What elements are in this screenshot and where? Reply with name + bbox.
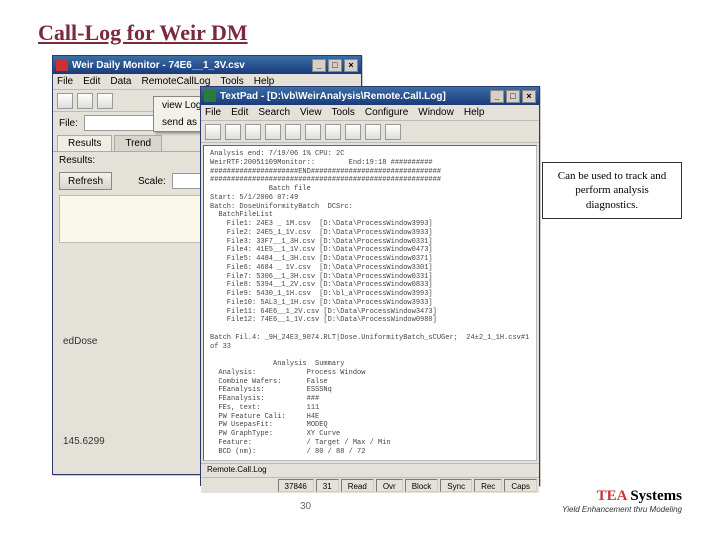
textpad-title-text: TextPad - [D:\vb\WeirAnalysis\Remote.Cal… bbox=[220, 91, 446, 102]
menu-tools[interactable]: Tools bbox=[332, 107, 355, 118]
callout-box: Can be used to track and perform analysi… bbox=[542, 162, 682, 219]
app-icon bbox=[56, 59, 68, 71]
tab-results[interactable]: Results bbox=[57, 135, 112, 151]
toolbar-icon[interactable] bbox=[365, 124, 381, 140]
weir-lower-text: edDose bbox=[63, 336, 97, 347]
page-number: 30 bbox=[300, 501, 311, 512]
textpad-statusbar: 37846 31 Read Ovr Block Sync Rec Caps bbox=[201, 477, 539, 493]
menu-edit[interactable]: Edit bbox=[83, 76, 100, 87]
toolbar-icon[interactable] bbox=[305, 124, 321, 140]
status-cell: 37846 bbox=[278, 479, 314, 492]
toolbar-icon[interactable] bbox=[97, 93, 113, 109]
menu-configure[interactable]: Configure bbox=[365, 107, 408, 118]
weir-titlebar[interactable]: Weir Daily Monitor - 74E6__1_3V.csv _ □ … bbox=[53, 56, 361, 74]
status-read: Read bbox=[341, 479, 374, 492]
menu-search[interactable]: Search bbox=[258, 107, 290, 118]
close-button[interactable]: × bbox=[344, 59, 358, 72]
maximize-button[interactable]: □ bbox=[328, 59, 342, 72]
toolbar-icon[interactable] bbox=[245, 124, 261, 140]
status-sync: Sync bbox=[440, 479, 472, 492]
menu-file[interactable]: File bbox=[57, 76, 73, 87]
textpad-menubar: File Edit Search View Tools Configure Wi… bbox=[201, 105, 539, 121]
footer-brand: TEA Systems Yield Enhancement thru Model… bbox=[562, 488, 682, 514]
weir-title-text: Weir Daily Monitor - 74E6__1_3V.csv bbox=[72, 60, 245, 71]
textpad-doc-tab[interactable]: Remote.Call.Log bbox=[201, 463, 539, 477]
status-block: Block bbox=[405, 479, 439, 492]
refresh-button[interactable]: Refresh bbox=[59, 172, 112, 190]
status-rec: Rec bbox=[474, 479, 502, 492]
brand-tea: TEA bbox=[597, 488, 627, 504]
textpad-window: TextPad - [D:\vb\WeirAnalysis\Remote.Cal… bbox=[200, 86, 540, 486]
app-icon bbox=[204, 90, 216, 102]
scale-label: Scale: bbox=[138, 176, 166, 187]
toolbar-icon[interactable] bbox=[385, 124, 401, 140]
menu-data[interactable]: Data bbox=[110, 76, 131, 87]
toolbar-icon[interactable] bbox=[345, 124, 361, 140]
maximize-button[interactable]: □ bbox=[506, 90, 520, 103]
status-caps: Caps bbox=[504, 479, 537, 492]
menu-help[interactable]: Help bbox=[464, 107, 485, 118]
textpad-toolbar bbox=[201, 121, 539, 143]
menu-view[interactable]: View bbox=[300, 107, 322, 118]
minimize-button[interactable]: _ bbox=[490, 90, 504, 103]
toolbar-icon[interactable] bbox=[77, 93, 93, 109]
slide-title: Call-Log for Weir DM bbox=[38, 20, 248, 46]
toolbar-icon[interactable] bbox=[225, 124, 241, 140]
textpad-content[interactable]: Analysis end: 7/19/06 1% CPU: 2C WeirRTF… bbox=[203, 145, 537, 461]
status-cell: 31 bbox=[316, 479, 339, 492]
toolbar-icon[interactable] bbox=[325, 124, 341, 140]
toolbar-icon[interactable] bbox=[205, 124, 221, 140]
results-label: Results: bbox=[59, 155, 95, 166]
status-ovr: Ovr bbox=[376, 479, 403, 492]
weir-lower-number: 145.6299 bbox=[63, 436, 105, 447]
textpad-titlebar[interactable]: TextPad - [D:\vb\WeirAnalysis\Remote.Cal… bbox=[201, 87, 539, 105]
minimize-button[interactable]: _ bbox=[312, 59, 326, 72]
toolbar-icon[interactable] bbox=[265, 124, 281, 140]
brand-tagline: Yield Enhancement thru Modeling bbox=[562, 505, 682, 514]
toolbar-icon[interactable] bbox=[57, 93, 73, 109]
file-label: File: bbox=[59, 118, 78, 129]
toolbar-icon[interactable] bbox=[285, 124, 301, 140]
menu-window[interactable]: Window bbox=[418, 107, 454, 118]
close-button[interactable]: × bbox=[522, 90, 536, 103]
tab-trend[interactable]: Trend bbox=[114, 135, 162, 151]
menu-file[interactable]: File bbox=[205, 107, 221, 118]
brand-systems: Systems bbox=[627, 488, 682, 504]
menu-edit[interactable]: Edit bbox=[231, 107, 248, 118]
